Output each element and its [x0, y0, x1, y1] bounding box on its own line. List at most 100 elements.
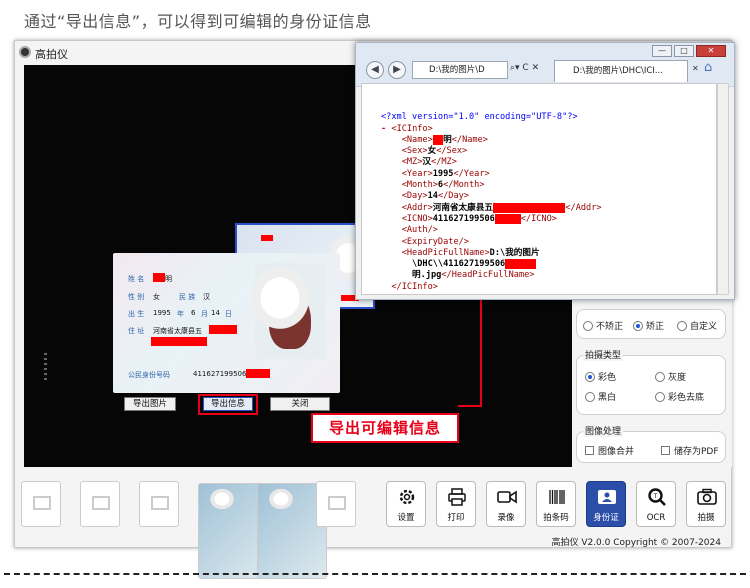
lily-flower-icon: [207, 486, 237, 512]
window-close-button[interactable]: ✕: [696, 45, 726, 57]
bottom-toolbar: 设置 打印 录像 拍条码 身份证 T OCR 拍摄: [15, 473, 733, 579]
capture-type-title: 拍摄类型: [583, 348, 624, 361]
id-nation-label: 民 族: [179, 293, 196, 301]
preview-drag-handle[interactable]: [44, 353, 47, 383]
image-processing-title: 图像处理: [583, 424, 624, 437]
barcode-button[interactable]: 拍条码: [536, 481, 576, 527]
connector-line: [480, 296, 482, 407]
xml-mz: 汉: [422, 157, 432, 168]
headline: 通过“导出信息”，可以得到可编辑的身份证信息: [24, 12, 372, 31]
image-placeholder-icon: [33, 496, 51, 510]
radio-color-remove-bg[interactable]: 彩色去底: [655, 390, 704, 403]
video-camera-icon: [497, 490, 517, 504]
svg-text:T: T: [653, 493, 658, 500]
thumbnail-slot[interactable]: [21, 481, 61, 527]
radio-black-white[interactable]: 黑白: [585, 390, 616, 403]
gear-icon: [399, 489, 415, 505]
id-day-char: 日: [225, 310, 232, 318]
id-card-icon: [598, 490, 616, 504]
xml-year: 1995: [432, 168, 454, 179]
checkbox-merge-images[interactable]: 图像合并: [585, 444, 634, 457]
thumbnail-slot[interactable]: [139, 481, 179, 527]
id-address-label: 住 址: [128, 327, 145, 335]
vertical-scrollbar[interactable]: [717, 83, 729, 295]
xml-day: 14: [427, 191, 438, 202]
xml-headpic-3: 明.jpg: [412, 270, 442, 281]
export-image-button[interactable]: 导出图片: [124, 397, 176, 411]
xml-root-close: ICInfo: [401, 281, 433, 292]
redaction-bar: [261, 235, 273, 241]
minimize-button[interactable]: —: [652, 45, 672, 57]
ocr-magnifier-icon: T: [648, 488, 666, 506]
connector-line: [458, 405, 482, 407]
camera-icon: [697, 488, 717, 505]
address-bar[interactable]: D:\我的图片\D: [412, 61, 508, 79]
redaction-bar: [153, 273, 165, 282]
xml-view: <?xml version="1.0" encoding="UTF-8"?> -…: [361, 83, 717, 295]
image-placeholder-icon: [92, 496, 110, 510]
redaction-bar: [246, 369, 270, 378]
radio-no-correction[interactable]: 不矫正: [583, 319, 623, 332]
thumbnail-slot[interactable]: [316, 481, 356, 527]
highlight-export-info: [198, 394, 258, 415]
settings-button[interactable]: 设置: [386, 481, 426, 527]
xml-declaration: <?xml version="1.0" encoding="UTF-8"?>: [381, 112, 578, 123]
close-button[interactable]: 关闭: [270, 397, 330, 411]
radio-grayscale[interactable]: 灰度: [655, 370, 686, 383]
redaction-bar: [209, 325, 237, 334]
id-year-char: 年: [177, 310, 184, 318]
xml-headpic-2: \DHC\\411627199506: [412, 259, 506, 270]
xml-headpic-1: D:\我的图片: [489, 247, 540, 258]
print-button[interactable]: 打印: [436, 481, 476, 527]
lily-flower-icon: [266, 486, 296, 512]
version-info: 高拍仪 V2.0.0 Copyright © 2007-2024: [551, 538, 721, 548]
id-nation-value: 汉: [203, 293, 210, 301]
id-address-value: 河南省太康县五: [153, 327, 202, 335]
callout-text: 导出可编辑信息: [328, 419, 441, 437]
radio-correction[interactable]: 矫正: [633, 319, 664, 332]
id-birth-year: 1995: [153, 309, 171, 317]
app-logo-icon: [19, 46, 31, 58]
thumbnail-slot[interactable]: [80, 481, 120, 527]
id-month-char: 月: [201, 310, 208, 318]
dashed-divider: [4, 573, 746, 575]
browser-tab[interactable]: D:\我的图片\DHC\ICI...: [554, 60, 688, 82]
xml-sex: 女: [427, 146, 437, 157]
callout-box: 导出可编辑信息: [311, 413, 459, 443]
home-icon[interactable]: ⌂: [704, 60, 712, 75]
xml-icno: 411627199506: [432, 213, 495, 224]
capture-type-group: 拍摄类型 彩色 灰度 黑白 彩色去底: [576, 348, 726, 415]
xml-name: 明: [443, 134, 452, 145]
printer-icon: [448, 488, 466, 506]
radio-custom[interactable]: 自定义: [677, 319, 717, 332]
capture-button[interactable]: 拍摄: [686, 481, 726, 527]
checkbox-save-pdf[interactable]: 储存为PDF: [661, 444, 719, 457]
id-birth-day: 14: [211, 309, 220, 317]
collapse-icon[interactable]: -: [381, 124, 386, 134]
image-placeholder-icon: [328, 496, 346, 510]
browser-toolbar: — □ ✕ ◀ ▶ D:\我的图片\D ⌕▾ C ✕ D:\我的图片\DHC\I…: [356, 43, 734, 87]
image-processing-group: 图像处理 图像合并 储存为PDF: [576, 424, 726, 463]
id-birth-month: 6: [191, 309, 196, 317]
search-refresh-icon[interactable]: ⌕▾ C ✕: [510, 63, 539, 73]
xml-addr: 河南省太康县五: [432, 202, 493, 213]
app-title: 高拍仪: [35, 48, 68, 61]
radio-color[interactable]: 彩色: [585, 370, 616, 383]
record-button[interactable]: 录像: [486, 481, 526, 527]
image-placeholder-icon: [151, 496, 169, 510]
ocr-button[interactable]: T OCR: [636, 481, 676, 527]
id-number-value: 4116271995061: [193, 370, 251, 378]
browser-window: — □ ✕ ◀ ▶ D:\我的图片\D ⌕▾ C ✕ D:\我的图片\DHC\I…: [355, 42, 735, 300]
id-card-button[interactable]: 身份证: [586, 481, 626, 527]
correction-group: 不矫正 矫正 自定义: [576, 309, 726, 339]
lily-flower-icon: [246, 262, 314, 334]
close-tab-icon[interactable]: ✕: [692, 64, 699, 73]
id-birth-label: 出 生: [128, 310, 145, 318]
maximize-button[interactable]: □: [674, 45, 694, 57]
forward-button[interactable]: ▶: [388, 61, 406, 79]
id-sex-label: 性 别: [128, 293, 145, 301]
id-name-label: 姓 名: [128, 275, 145, 283]
xml-root-tag: ICInfo: [396, 123, 428, 134]
back-button[interactable]: ◀: [366, 61, 384, 79]
id-name-value: 明: [165, 275, 172, 283]
